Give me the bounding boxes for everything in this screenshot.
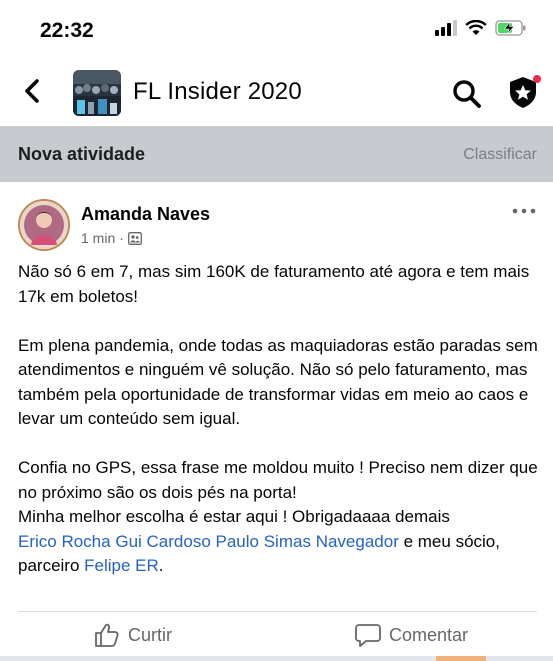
sort-button[interactable]: Classificar — [463, 146, 537, 164]
like-button[interactable]: Curtir — [94, 622, 172, 648]
post-text: Confia no GPS, essa frase me moldou muit… — [18, 458, 538, 502]
mention-link[interactable]: Paulo Simas — [216, 532, 311, 551]
actions-divider — [18, 611, 537, 612]
comment-button[interactable]: Comentar — [355, 622, 468, 648]
battery-charging-icon — [495, 20, 526, 36]
shield-star-icon[interactable] — [503, 72, 543, 112]
like-label: Curtir — [128, 624, 172, 645]
post-meta: 1 min · — [81, 230, 142, 246]
wifi-icon — [465, 20, 487, 35]
notification-dot — [533, 75, 541, 83]
more-horizontal-icon[interactable] — [511, 204, 537, 218]
status-time: 22:32 — [40, 19, 94, 42]
status-bar: 22:32 — [0, 0, 553, 62]
post-body: Não só 6 em 7, mas sim 160K de faturamen… — [18, 260, 538, 579]
mention-link[interactable]: Navegador — [316, 532, 399, 551]
post-paragraph: Confia no GPS, essa frase me moldou muit… — [18, 456, 538, 579]
bottom-accent — [436, 656, 486, 661]
status-icons — [435, 20, 527, 36]
mention-link[interactable]: Gui Cardoso — [115, 532, 210, 551]
post-paragraph: Não só 6 em 7, mas sim 160K de faturamen… — [18, 262, 530, 306]
group-header: FL Insider 2020 — [0, 62, 553, 124]
mention-link[interactable]: Felipe ER — [84, 556, 159, 575]
avatar[interactable] — [18, 199, 70, 251]
group-icon — [127, 231, 142, 245]
chevron-left-icon[interactable] — [18, 76, 48, 106]
comment-label: Comentar — [389, 624, 469, 645]
group-title[interactable]: FL Insider 2020 — [133, 78, 302, 106]
post-paragraph: Em plena pandemia, onde todas as maquiad… — [18, 335, 538, 429]
activity-section-header: Nova atividade Classificar — [0, 126, 553, 182]
mention-link[interactable]: Erico Rocha — [18, 532, 111, 551]
search-icon[interactable] — [450, 77, 484, 111]
signal-icon — [435, 20, 457, 36]
group-cover-image[interactable] — [73, 70, 121, 116]
post-text: . — [158, 556, 164, 575]
post-text: Minha melhor escolha é estar aqui ! Obri… — [18, 507, 450, 526]
post-time[interactable]: 1 min — [81, 230, 115, 246]
comment-icon — [355, 624, 381, 647]
activity-title: Nova atividade — [18, 144, 146, 164]
post-author[interactable]: Amanda Naves — [81, 204, 210, 225]
thumbs-up-icon — [95, 623, 119, 647]
post-card: Amanda Naves 1 min · Não só 6 em 7, mas … — [0, 184, 553, 661]
meta-separator: · — [119, 230, 124, 246]
